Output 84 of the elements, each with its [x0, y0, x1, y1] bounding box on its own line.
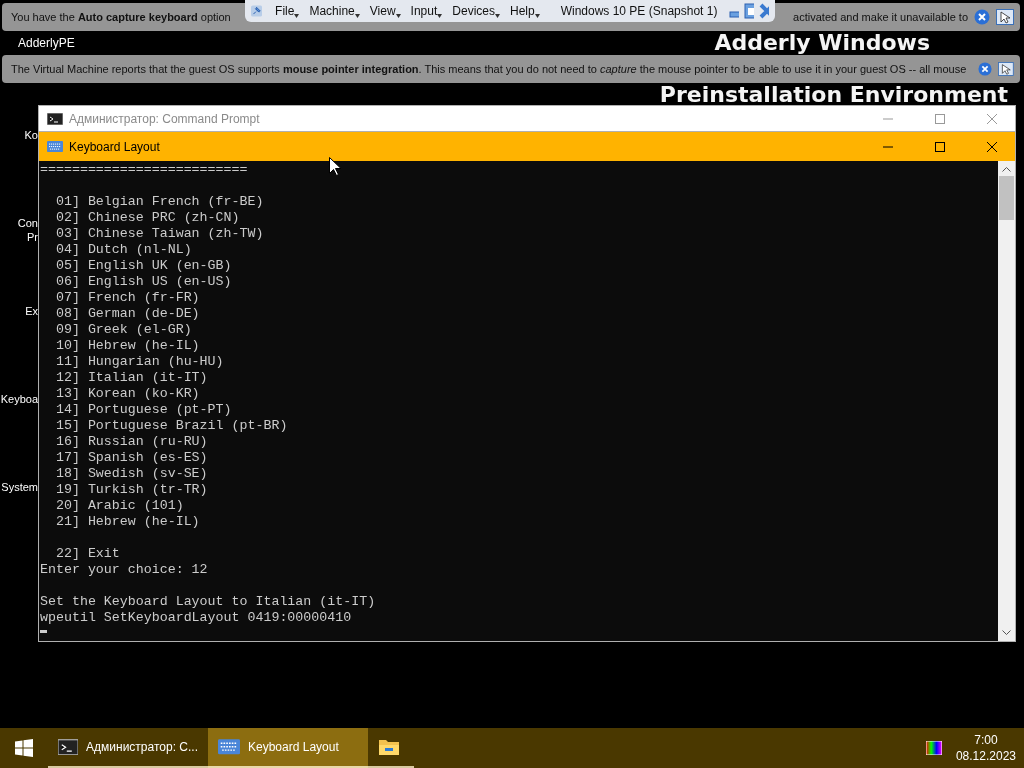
scroll-up-icon[interactable] [1002, 166, 1011, 172]
desktop-subtitle: Preinstallation Environment [659, 84, 1008, 106]
scroll-down-icon[interactable] [1002, 630, 1011, 636]
console-line: Set the Keyboard Layout to Italian (it-IT) [40, 594, 376, 610]
scrollbar-thumb[interactable] [999, 176, 1014, 220]
menu-item[interactable]: Machine [304, 4, 365, 18]
icon-label: Con [17, 216, 38, 230]
console-line: 14] Portuguese (pt-PT) [54, 402, 232, 418]
caret-icon [354, 14, 360, 18]
clock-date: 08.12.2023 [955, 748, 1016, 764]
caret-icon [437, 14, 443, 18]
menu-item[interactable]: Devices [447, 4, 505, 18]
console-line: 08] German (de-DE) [54, 306, 200, 322]
console-icon [58, 738, 79, 756]
console-line: 11] Hungarian (hu-HU) [54, 354, 224, 370]
caret-icon [534, 14, 540, 18]
console-line: 01] Belgian French (fr-BE) [54, 194, 264, 210]
icon-label: Ko [24, 128, 38, 142]
notification-text: activated and make it unavailable to [793, 11, 968, 23]
console-line: Enter your choice: 12 [40, 562, 208, 578]
caret-icon [495, 14, 500, 18]
folder-icon [378, 738, 400, 756]
icon-label: AdderlyPE [18, 36, 75, 50]
console-line: 03] Chinese Taiwan (zh-TW) [54, 226, 264, 242]
console-line: 15] Portuguese Brazil (pt-BR) [54, 418, 288, 434]
console-line: 18] Swedish (sv-SE) [54, 466, 208, 482]
minimize-icon [883, 118, 893, 120]
console-line: 16] Russian (ru-RU) [54, 434, 208, 450]
console-line: 04] Dutch (nl-NL) [54, 242, 192, 258]
menu-item[interactable]: Help [505, 4, 545, 18]
taskbar-label: Администратор: C... [86, 740, 198, 754]
console-line: ========================== [40, 162, 248, 178]
keyboard-icon [218, 739, 240, 755]
pointer-icon[interactable] [998, 61, 1014, 77]
menu-item[interactable]: View [364, 4, 406, 18]
console-line: 22] Exit [54, 546, 120, 562]
notification-text: You have the Auto capture keyboard option [11, 11, 231, 23]
close-icon[interactable] [978, 61, 993, 77]
text-cursor [40, 630, 47, 633]
caret-icon [395, 14, 401, 18]
console-line: 19] Turkish (tr-TR) [54, 482, 208, 498]
taskbar-item[interactable]: Keyboard Layout [208, 728, 368, 768]
icon-label: System [1, 480, 38, 494]
console-line: 06] English US (en-US) [54, 274, 232, 290]
mouse-cursor-icon [329, 157, 341, 176]
close-icon [987, 141, 997, 152]
console-line: 17] Spanish (es-ES) [54, 450, 208, 466]
console-line: 13] Korean (ko-KR) [54, 386, 200, 402]
console-line: 10] Hebrew (he-IL) [54, 338, 200, 354]
pointer-icon[interactable] [996, 9, 1014, 25]
keyboard-icon [47, 140, 63, 153]
notification-text: The Virtual Machine reports that the guest OS supports mouse pointer integration. This means that you do not need to capture the mouse pointer to be able to use it in your guest OS -- all mouse [11, 63, 967, 75]
console-line: 12] Italian (it-IT) [54, 370, 208, 386]
pin-icon[interactable] [251, 2, 263, 20]
console-icon [47, 113, 63, 125]
restore-icon[interactable] [744, 3, 755, 19]
close-icon[interactable] [759, 3, 769, 19]
console-line: 07] French (fr-FR) [54, 290, 200, 306]
console-line: 05] English UK (en-GB) [54, 258, 232, 274]
taskbar-label: Keyboard Layout [248, 740, 339, 754]
close-icon[interactable] [974, 9, 990, 25]
icon-label: Keyboa [0, 392, 38, 406]
menu-item[interactable]: Input [405, 4, 448, 18]
console-line: 02] Chinese PRC (zh-CN) [54, 210, 240, 226]
icon-label: Ex [25, 304, 38, 318]
windows-icon [15, 739, 33, 757]
icon-label: Pr [27, 230, 38, 244]
maximize-icon [935, 114, 945, 124]
clock-time: 7:00 [974, 732, 998, 748]
window-title: Администратор: Command Prompt [69, 112, 261, 126]
caret-icon [294, 14, 300, 18]
console-line: 21] Hebrew (he-IL) [54, 514, 200, 530]
desktop-title: Adderly Windows [714, 32, 930, 54]
scrollbar[interactable] [998, 161, 1015, 641]
menu-item[interactable]: File [270, 4, 305, 18]
console-line: 20] Arabic (101) [54, 498, 184, 514]
close-icon [987, 114, 997, 124]
console-line: wpeutil SetKeyboardLayout 0419:00000410 [40, 610, 352, 626]
color-icon[interactable] [925, 741, 942, 755]
maximize-icon [935, 141, 945, 152]
vm-title: Windows 10 PE (Snapshot 1) [560, 4, 718, 18]
console-line: 09] Greek (el-GR) [54, 322, 192, 338]
minimize-icon [883, 145, 893, 148]
window-title: Keyboard Layout [69, 139, 161, 154]
